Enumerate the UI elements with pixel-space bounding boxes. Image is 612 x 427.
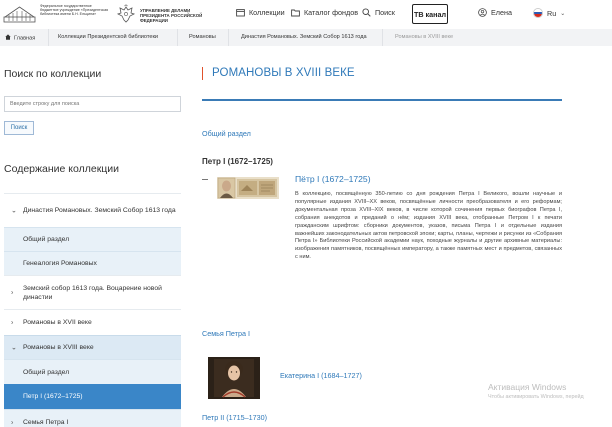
tree-item-label: Семья Петра I (23, 419, 69, 426)
contents-section-title: Содержание коллекции (4, 163, 120, 175)
breadcrumb-divider (382, 29, 383, 46)
home-icon (5, 34, 11, 40)
breadcrumb-divider (228, 29, 229, 46)
search-section-title: Поиск по коллекции (4, 68, 102, 80)
peter-i-thumbnail-image[interactable] (217, 177, 279, 199)
tree-item-peter-i[interactable]: Петр I (1672–1725) (4, 384, 181, 409)
entry-marker (202, 179, 208, 180)
breadcrumb-home-label: Главная (14, 35, 36, 42)
peter-i-entry-link[interactable]: Пётр I (1672–1725) (295, 174, 371, 184)
tree-item-label: Генеалогия Романовых (23, 260, 97, 267)
peter-family-section-link[interactable]: Семья Петра I (202, 329, 250, 338)
collections-icon (236, 9, 245, 17)
tree-item-general[interactable]: Общий раздел (4, 227, 181, 251)
search-icon (362, 8, 371, 17)
catalog-folder-icon (291, 9, 300, 17)
breadcrumb-romanovs[interactable]: Романовы (189, 34, 216, 40)
peter-i-description: В коллекцию, посвящённую 350-летию со дн… (295, 191, 562, 261)
watermark-subtitle: Чтобы активировать Windows, перейд (488, 394, 584, 400)
nav-search[interactable]: Поиск (362, 8, 395, 17)
breadcrumb: Главная Коллекции Президентской библиоте… (0, 29, 612, 46)
user-menu[interactable]: Елена (478, 8, 512, 17)
language-selector[interactable]: Ru ⌄ (533, 8, 565, 18)
watermark-title: Активация Windows (488, 382, 567, 392)
peter-i-heading: Петр I (1672–1725) (202, 157, 273, 166)
title-divider (202, 99, 562, 101)
collection-tree: ⌄ Династия Романовых. Земский Собор 1613… (4, 193, 181, 427)
breadcrumb-collections[interactable]: Коллекции Президентской библиотеки (58, 34, 158, 40)
catherine-i-link[interactable]: Екатерина I (1684–1727) (280, 371, 362, 380)
chevron-right-icon: › (11, 319, 14, 326)
collection-search-input[interactable] (4, 96, 181, 112)
nav-catalog-label: Каталог фондов (304, 8, 359, 17)
tree-item-label: Романовы в XVIII веке (23, 344, 94, 351)
administration-name: УПРАВЛЕНИЕ ДЕЛАМИ ПРЕЗИДЕНТА РОССИЙСКОЙ … (140, 8, 203, 23)
tv-channel-button[interactable]: ТВ канал (412, 4, 448, 24)
russian-flag-icon (533, 8, 543, 18)
chevron-right-icon: › (11, 419, 14, 426)
nav-catalog[interactable]: Каталог фондов (291, 8, 358, 17)
tree-item-label: Земский собор 1613 года. Воцарение новой… (23, 284, 162, 301)
tree-item-18th-century[interactable]: ⌄ Романовы в XVIII веке (4, 335, 181, 359)
breadcrumb-current: Романовы в XVIII веке (395, 34, 454, 40)
page-title: РОМАНОВЫ В XVIII ВЕКЕ (202, 67, 355, 80)
breadcrumb-divider (48, 29, 49, 46)
tree-item-label: Петр I (1672–1725) (23, 393, 83, 400)
tree-item-general-18th[interactable]: Общий раздел (4, 359, 181, 384)
breadcrumb-dynasty[interactable]: Династия Романовых. Земский Собор 1613 г… (241, 34, 367, 40)
user-name: Елена (491, 8, 512, 17)
tree-item-genealogy[interactable]: Генеалогия Романовых (4, 251, 181, 275)
tree-item-label: Романовы в XVII веке (23, 319, 92, 326)
nav-search-label: Поиск (375, 8, 395, 17)
catherine-i-portrait-image[interactable] (208, 357, 260, 399)
library-name: Федеральное государственное бюджетное уч… (40, 4, 109, 17)
user-icon (478, 8, 487, 17)
nav-collections-label: Коллекции (249, 8, 285, 17)
chevron-down-icon: ⌄ (560, 10, 566, 17)
breadcrumb-home[interactable]: Главная (5, 34, 35, 42)
chevron-down-icon: ⌄ (11, 344, 17, 351)
windows-activation-watermark: Активация Windows Чтобы активировать Win… (488, 382, 584, 400)
nav-collections[interactable]: Коллекции (236, 8, 285, 17)
tree-item-zemsky-sobor[interactable]: › Земский собор 1613 года. Воцарение нов… (4, 275, 181, 309)
general-section-link[interactable]: Общий раздел (202, 129, 251, 138)
breadcrumb-divider (177, 29, 178, 46)
tree-item-label: Общий раздел (23, 236, 70, 243)
library-building-logo-icon[interactable] (3, 4, 36, 24)
site-header: Федеральное государственное бюджетное уч… (0, 0, 612, 29)
sidebar: Поиск по коллекции Поиск Содержание колл… (0, 46, 181, 427)
chevron-right-icon: › (11, 289, 14, 296)
double-headed-eagle-emblem-icon[interactable] (116, 4, 136, 24)
peter-ii-link[interactable]: Петр II (1715–1730) (202, 413, 267, 422)
tree-item-label: Династия Романовых. Земский Собор 1613 г… (23, 207, 176, 214)
chevron-down-icon: ⌄ (11, 207, 17, 214)
main-content: РОМАНОВЫ В XVIII ВЕКЕ Общий раздел Петр … (181, 46, 612, 427)
tree-item-17th-century[interactable]: › Романовы в XVII веке (4, 309, 181, 335)
search-button[interactable]: Поиск (4, 121, 34, 135)
language-label: Ru (547, 8, 557, 18)
tree-item-label: Общий раздел (23, 368, 70, 376)
page: Федеральное государственное бюджетное уч… (0, 0, 612, 427)
tree-item-peter-family[interactable]: › Семья Петра I (4, 409, 181, 427)
tree-item-dynasty[interactable]: ⌄ Династия Романовых. Земский Собор 1613… (4, 193, 181, 227)
